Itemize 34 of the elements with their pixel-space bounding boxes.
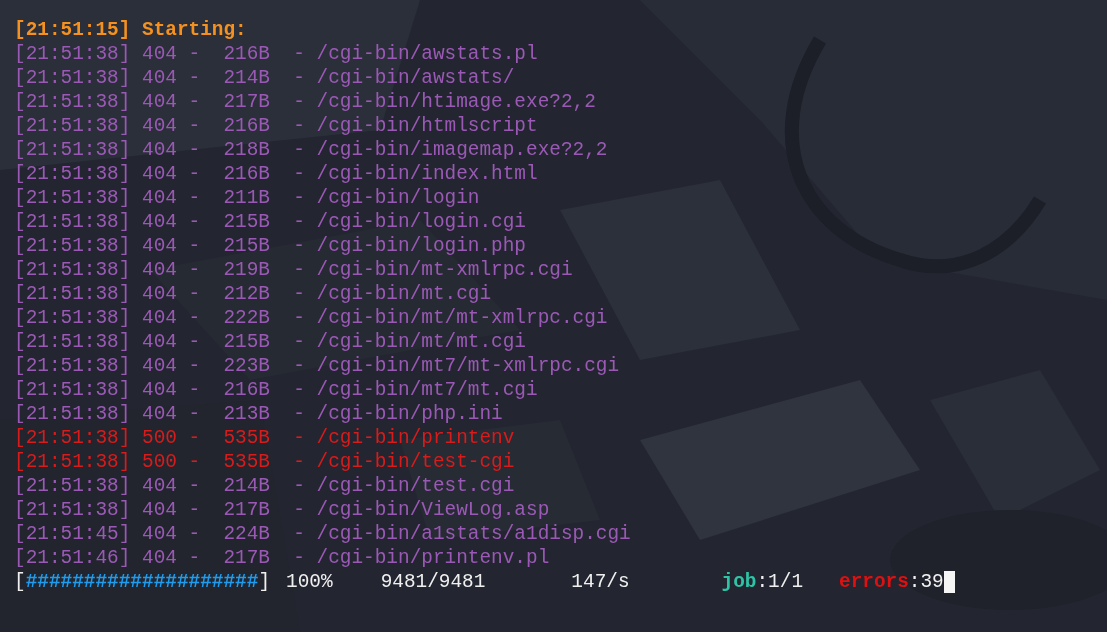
percent-text: 100% <box>286 570 333 594</box>
log-line: [21:51:38] 404 - 215B - /cgi-bin/login.cgi <box>14 210 526 234</box>
log-line: [21:51:38] 404 - 216B - /cgi-bin/index.html <box>14 162 538 186</box>
rate-text: 147/s <box>571 570 630 594</box>
bracket-text: [ <box>14 570 26 594</box>
log-line: [21:51:38] 404 - 216B - /cgi-bin/mt7/mt.cgi <box>14 378 538 402</box>
log-line: [21:51:45] 404 - 224B - /cgi-bin/a1stats/a1disp.cgi <box>14 522 631 546</box>
log-line: [21:51:38] 404 - 219B - /cgi-bin/mt-xmlrpc.cgi <box>14 258 573 282</box>
job-label: job <box>721 570 757 594</box>
log-line: [21:51:38] 404 - 213B - /cgi-bin/php.ini <box>14 402 503 426</box>
log-line: [21:51:38] 500 - 535B - /cgi-bin/test-cgi <box>14 450 515 474</box>
log-line: [21:51:38] 404 - 218B - /cgi-bin/imagemap.exe?2,2 <box>14 138 608 162</box>
errors-value: :39 <box>908 570 944 594</box>
log-line: [21:51:38] 404 - 223B - /cgi-bin/mt7/mt-xmlrpc.cgi <box>14 354 620 378</box>
bracket-text: ] <box>258 570 271 594</box>
log-line: [21:51:38] 404 - 211B - /cgi-bin/login <box>14 186 480 210</box>
job-value: :1/1 <box>756 570 803 594</box>
log-line: [21:51:38] 404 - 222B - /cgi-bin/mt/mt-xmlrpc.cgi <box>14 306 608 330</box>
count-text: 9481/9481 <box>380 570 486 594</box>
log-line: [21:51:38] 404 - 214B - /cgi-bin/awstats/ <box>14 66 515 90</box>
cursor <box>943 571 955 593</box>
errors-label: errors <box>839 570 909 594</box>
log-line: [21:51:46] 404 - 217B - /cgi-bin/printenv.pl <box>14 546 550 570</box>
log-line: [21:51:38] 404 - 217B - /cgi-bin/ViewLog.asp <box>14 498 550 522</box>
log-line: [21:51:38] 404 - 216B - /cgi-bin/htmlscript <box>14 114 538 138</box>
log-line: [21:51:38] 404 - 214B - /cgi-bin/test.cgi <box>14 474 515 498</box>
log-line: [21:51:38] 500 - 535B - /cgi-bin/printenv <box>14 426 515 450</box>
log-line: [21:51:38] 404 - 212B - /cgi-bin/mt.cgi <box>14 282 492 306</box>
log-line: [21:51:38] 404 - 215B - /cgi-bin/login.php <box>14 234 526 258</box>
log-line: [21:51:38] 404 - 217B - /cgi-bin/htimage.exe?2,2 <box>14 90 596 114</box>
progress-bar-text: #################### <box>25 570 259 594</box>
log-line: [21:51:38] 404 - 215B - /cgi-bin/mt/mt.cgi <box>14 330 526 354</box>
log-line: [21:51:38] 404 - 216B - /cgi-bin/awstats.pl <box>14 42 538 66</box>
log-header: [21:51:15] Starting: <box>14 18 247 42</box>
